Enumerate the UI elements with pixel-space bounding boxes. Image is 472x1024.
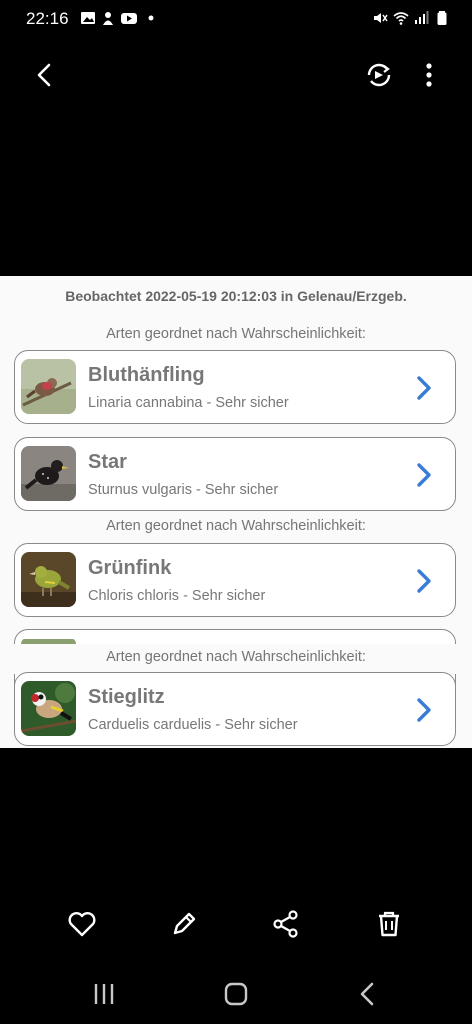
chevron-right-icon (417, 698, 431, 722)
share-icon[interactable] (268, 906, 304, 942)
status-bar: 22:16 (0, 0, 472, 40)
screenshot-content[interactable]: Beobachtet 2022-05-19 20:12:03 in Gelena… (0, 276, 472, 748)
species-name: Stieglitz (88, 686, 165, 708)
app-notification-icon (103, 12, 113, 25)
chevron-right-icon (417, 569, 431, 593)
bird-thumbnail (21, 359, 76, 414)
edit-pencil-icon[interactable] (166, 906, 202, 942)
wifi-icon (393, 12, 409, 25)
species-card-bluthaenfling[interactable]: Bluthänfling Linaria cannabina - Sehr si… (14, 350, 456, 424)
species-name: Star (88, 451, 127, 473)
species-card-gruenfink[interactable]: Grünfink Chloris chloris - Sehr sicher (14, 543, 456, 617)
species-name: Grünfink (88, 557, 172, 579)
species-card-stieglitz[interactable]: Stieglitz Carduelis carduelis - Sehr sic… (14, 672, 456, 746)
bird-thumbnail (21, 681, 76, 736)
species-latin: Sturnus vulgaris - Sehr sicher (88, 482, 279, 498)
signal-icon (415, 11, 429, 24)
mute-icon (374, 13, 388, 23)
youtube-notification-icon (121, 13, 137, 24)
delete-trash-icon[interactable] (371, 906, 407, 942)
species-card-star[interactable]: Star Sturnus vulgaris - Sehr sicher (14, 437, 456, 511)
section-label: Arten geordnet nach Wahrscheinlichkeit: (106, 326, 366, 342)
home-icon[interactable] (218, 976, 254, 1012)
recent-apps-icon[interactable] (86, 976, 122, 1012)
species-latin: Carduelis carduelis - Sehr sicher (88, 717, 298, 733)
species-name: Bluthänfling (88, 364, 205, 386)
chevron-right-icon (417, 376, 431, 400)
bird-thumbnail (21, 446, 76, 501)
battery-icon (437, 11, 447, 25)
favorite-heart-icon[interactable] (64, 906, 100, 942)
species-latin: Linaria cannabina - Sehr sicher (88, 395, 289, 411)
back-arrow-icon[interactable] (28, 58, 62, 92)
section-label: Arten geordnet nach Wahrscheinlichkeit: (106, 518, 366, 534)
bird-thumbnail (21, 552, 76, 607)
observation-info: Beobachtet 2022-05-19 20:12:03 in Gelena… (65, 288, 407, 304)
remaster-icon[interactable] (362, 58, 396, 92)
system-back-icon[interactable] (350, 976, 386, 1012)
species-latin: Chloris chloris - Sehr sicher (88, 588, 266, 604)
more-options-icon[interactable] (414, 58, 444, 92)
gallery-notification-icon (81, 12, 95, 24)
chevron-right-icon (417, 463, 431, 487)
section-label: Arten geordnet nach Wahrscheinlichkeit: (106, 649, 366, 665)
status-time: 22:16 (26, 9, 69, 28)
more-notifications-dot-icon (148, 15, 154, 21)
